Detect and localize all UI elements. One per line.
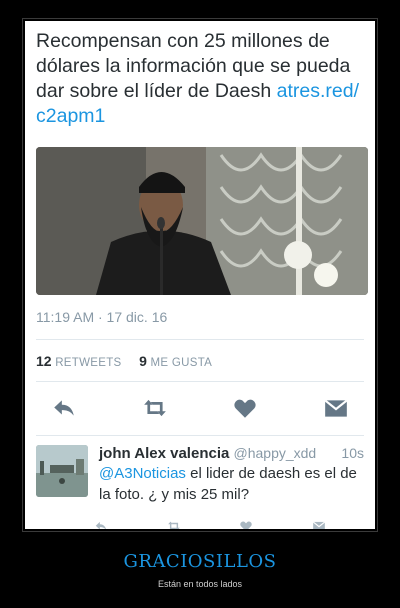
tweet-timestamp[interactable]: 11:19 AM · 17 dic. 16 — [36, 309, 167, 325]
likes-count[interactable]: 9 — [139, 353, 147, 369]
reply-author-name[interactable]: john Alex valencia — [99, 445, 229, 462]
reply-icon[interactable] — [93, 519, 109, 529]
reply-icon[interactable] — [51, 395, 77, 421]
direct-message-icon[interactable] — [311, 519, 327, 529]
reply-actions — [93, 519, 327, 529]
reply-author-handle[interactable]: @happy_xdd — [234, 445, 317, 461]
divider — [36, 435, 364, 436]
tweet-body: Recompensan con 25 millones de dólares l… — [36, 29, 370, 129]
retweet-icon[interactable] — [142, 395, 168, 421]
heart-icon[interactable] — [238, 519, 254, 529]
reply-tweet[interactable]: john Alex valencia @happy_xdd 10s @A3Not… — [25, 439, 375, 529]
retweets-count[interactable]: 12 — [36, 353, 52, 369]
divider — [36, 381, 364, 382]
poster-title: GRACIOSILLOS — [123, 551, 277, 572]
tweet-stats: 12 RETWEETS 9 ME GUSTA — [36, 353, 226, 369]
reply-mention[interactable]: @A3Noticias — [99, 465, 186, 482]
direct-message-icon[interactable] — [323, 395, 349, 421]
reply-body: @A3Noticias el lider de daesh es el de l… — [99, 463, 364, 505]
poster-frame: Recompensan con 25 millones de dólares l… — [22, 18, 378, 532]
bearded-man-photo-icon — [36, 147, 368, 295]
reply-time[interactable]: 10s — [341, 443, 364, 463]
tweet-card: Recompensan con 25 millones de dólares l… — [25, 21, 375, 529]
poster-subtitle: Están en todos lados — [157, 579, 243, 589]
heart-icon[interactable] — [232, 395, 258, 421]
tweet-actions — [51, 395, 349, 421]
reply-header: john Alex valencia @happy_xdd 10s — [99, 443, 364, 464]
likes-label[interactable]: ME GUSTA — [151, 357, 213, 369]
divider — [36, 339, 364, 340]
avatar[interactable] — [36, 445, 88, 497]
street-photo-icon — [36, 445, 88, 497]
retweets-label[interactable]: RETWEETS — [55, 357, 121, 369]
tweet-photo[interactable] — [36, 147, 368, 295]
retweet-icon[interactable] — [166, 519, 182, 529]
